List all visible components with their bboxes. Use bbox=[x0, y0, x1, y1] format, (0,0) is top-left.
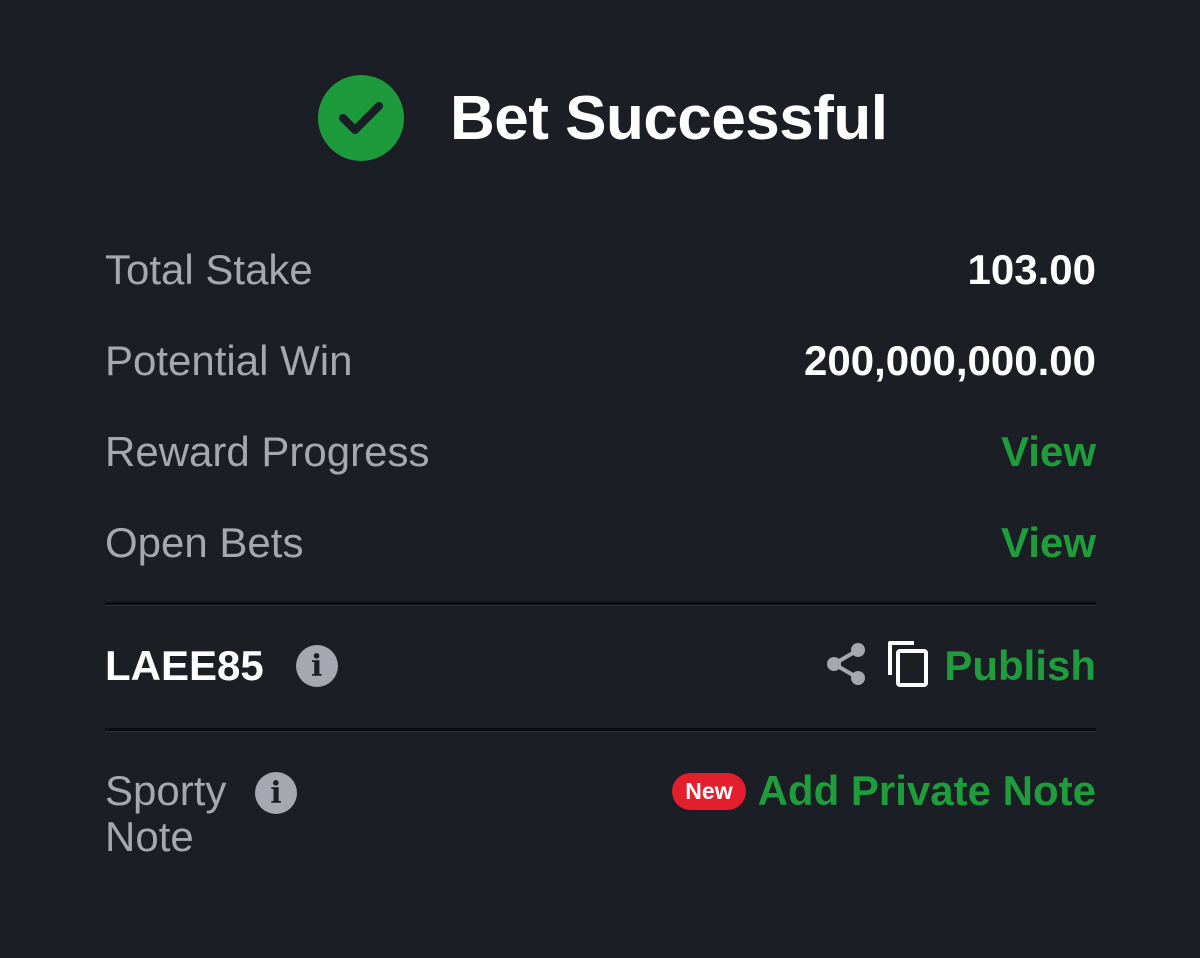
publish-button[interactable]: Publish bbox=[944, 642, 1096, 690]
open-bets-label: Open Bets bbox=[105, 519, 304, 566]
add-note-group: New Add Private Note bbox=[672, 767, 1096, 815]
reward-progress-row: Reward Progress View bbox=[105, 422, 1096, 482]
total-stake-row: Total Stake 103.00 bbox=[105, 240, 1096, 300]
info-icon[interactable]: i bbox=[295, 645, 338, 687]
booking-actions: Publish bbox=[824, 639, 1096, 694]
total-stake-value: 103.00 bbox=[967, 246, 1096, 293]
check-circle-icon bbox=[318, 75, 404, 161]
divider bbox=[105, 728, 1096, 732]
divider bbox=[105, 602, 1096, 606]
booking-code: LAEE85 bbox=[105, 642, 264, 689]
new-badge: New bbox=[672, 772, 746, 810]
reward-progress-view-link[interactable]: View bbox=[1001, 428, 1096, 476]
bet-success-panel: Bet Successful Total Stake 103.00 Potent… bbox=[0, 0, 1200, 958]
potential-win-label: Potential Win bbox=[105, 337, 353, 384]
copy-icon[interactable] bbox=[886, 639, 930, 694]
potential-win-value: 200,000,000.00 bbox=[804, 337, 1096, 384]
bet-success-header: Bet Successful bbox=[318, 74, 888, 162]
page-title: Bet Successful bbox=[450, 83, 888, 153]
booking-code-group: LAEE85 i bbox=[105, 642, 338, 690]
total-stake-label: Total Stake bbox=[105, 246, 313, 293]
sporty-note-row: Sporty Note i New Add Private Note bbox=[105, 767, 1096, 860]
share-icon[interactable] bbox=[824, 641, 868, 692]
booking-code-row: LAEE85 i Publish bbox=[105, 636, 1096, 696]
open-bets-row: Open Bets View bbox=[105, 513, 1096, 573]
potential-win-row: Potential Win 200,000,000.00 bbox=[105, 331, 1096, 391]
add-private-note-button[interactable]: Add Private Note bbox=[758, 767, 1096, 815]
sporty-note-group: Sporty Note i bbox=[105, 768, 297, 860]
open-bets-view-link[interactable]: View bbox=[1001, 519, 1096, 567]
sporty-note-label: Sporty Note bbox=[105, 767, 227, 860]
info-icon[interactable]: i bbox=[255, 772, 297, 814]
reward-progress-label: Reward Progress bbox=[105, 428, 430, 475]
